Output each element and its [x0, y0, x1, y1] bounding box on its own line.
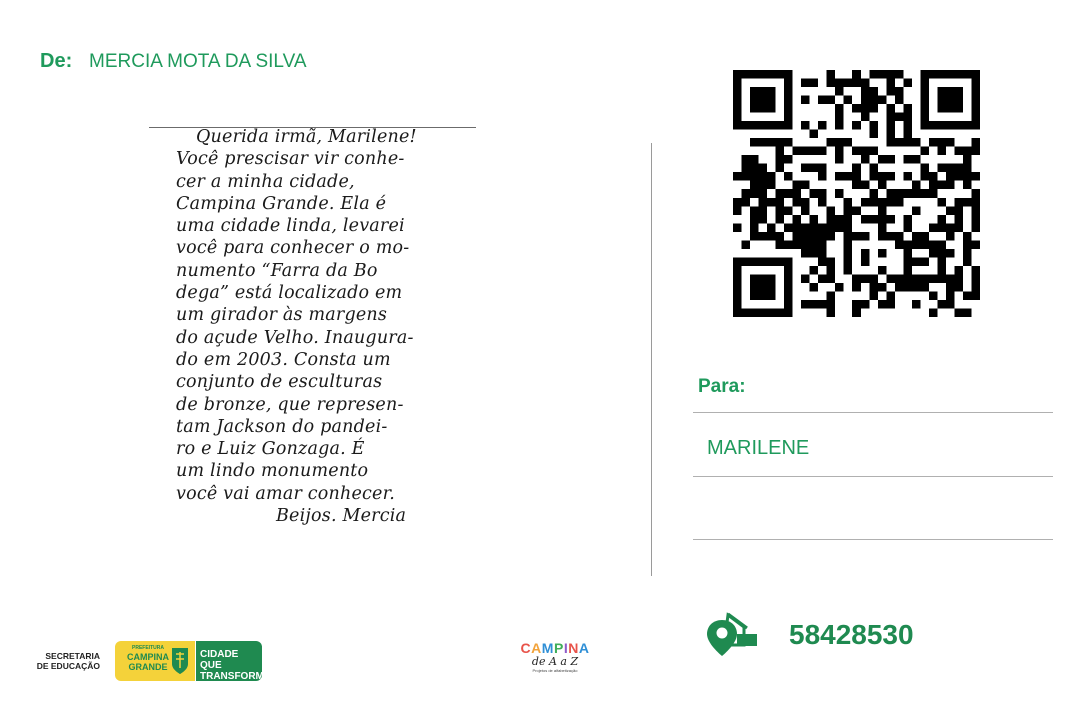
- prefeitura-small-label: PREFEITURA: [132, 645, 164, 651]
- letter-line: do açude Velho. Inaugura-: [176, 327, 414, 348]
- project-title-letter: N: [568, 640, 579, 656]
- address-line: [693, 539, 1053, 540]
- letter-line: uma cidade linda, levarei: [176, 216, 405, 237]
- letter-line: dega” está localizado em: [176, 283, 403, 304]
- address-line: [693, 476, 1053, 477]
- letter-line: você vai amar conhecer.: [176, 483, 396, 504]
- project-title-letter: C: [520, 640, 532, 656]
- letter-line: você para conhecer o mo-: [176, 238, 410, 259]
- sender-name: MERCIA MOTA DA SILVA: [89, 51, 307, 72]
- letter-line: conjunto de esculturas: [176, 372, 383, 393]
- to-label: Para:: [698, 376, 746, 397]
- letter-line: de bronze, que represen-: [176, 394, 404, 415]
- project-title-letter: A: [578, 640, 590, 656]
- project-title: CAMPINA: [516, 640, 594, 656]
- project-subtitle: de A a Z: [531, 655, 579, 668]
- letter-line: numento “Farra da Bo: [176, 260, 378, 281]
- project-title-letter: A: [531, 640, 542, 656]
- qr-code: [733, 70, 980, 317]
- project-title-letter: P: [553, 640, 564, 656]
- letter-line: um girador às margens: [176, 305, 388, 326]
- letter-line: ro e Luiz Gonzaga. É: [176, 439, 365, 460]
- postal-code: 58428530: [789, 619, 914, 650]
- vertical-divider: [651, 143, 652, 576]
- from-label: De:: [40, 50, 73, 72]
- letter-line: tam Jackson do pandei-: [176, 416, 388, 437]
- campina-de-a-a-z-logo: CAMPINA de A a Z Projetos de alfabetizaç…: [516, 640, 594, 684]
- letter-line: Você prescisar vir conhe-: [176, 149, 405, 170]
- slogan-text: CIDADE QUE TRANSFORMA: [200, 649, 272, 682]
- address-line: [693, 412, 1053, 413]
- letter-line: Campina Grande. Ela é: [176, 193, 387, 214]
- handwritten-letter: Querida irmã, Marilene! Você prescisar v…: [176, 126, 476, 527]
- project-tagline: Projetos de alfabetização: [532, 668, 578, 673]
- recipient-name: MARILENE: [707, 437, 810, 459]
- secretaria-label: SECRETARIA DE EDUCAÇÃO: [36, 651, 100, 671]
- letter-line: Querida irmã, Marilene!: [196, 127, 417, 147]
- project-title-letter: M: [541, 640, 554, 656]
- prefeitura-name: CAMPINA GRANDE: [127, 652, 169, 672]
- letter-line: do em 2003. Consta um: [176, 349, 391, 370]
- letter-signature: Beijos. Mercia: [276, 506, 407, 527]
- letter-line: um lindo monumento: [176, 461, 369, 482]
- letter-line: cer a minha cidade,: [176, 171, 355, 192]
- location-house-icon: [707, 612, 757, 656]
- city-crest-icon: [172, 648, 188, 674]
